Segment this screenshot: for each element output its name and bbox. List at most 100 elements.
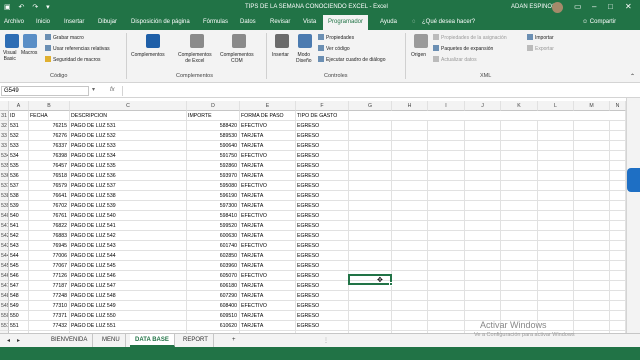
cell-tipo-gasto[interactable]: EGRESO: [296, 241, 349, 251]
empty-cell[interactable]: [610, 231, 626, 241]
empty-cell[interactable]: [501, 271, 538, 281]
empty-cell[interactable]: [349, 231, 392, 241]
cell-forma-pago[interactable]: TARJETA: [240, 321, 296, 331]
empty-cell[interactable]: [538, 181, 574, 191]
usar-referencias-button[interactable]: Usar referencias relativas: [45, 45, 110, 52]
empty-cell[interactable]: [428, 291, 465, 301]
header-descripcion[interactable]: DESCRIPCION: [70, 111, 187, 121]
empty-cell[interactable]: [574, 151, 610, 161]
column-header-l[interactable]: L: [538, 101, 574, 111]
cell-tipo-gasto[interactable]: EGRESO: [296, 291, 349, 301]
empty-cell[interactable]: [349, 241, 392, 251]
cell-id[interactable]: 546: [9, 271, 29, 281]
cell-id[interactable]: 531: [9, 121, 29, 131]
paquetes-expansion-button[interactable]: Paquetes de expansión: [433, 45, 493, 52]
cell-descripcion[interactable]: PAGO DE LUZ 544: [70, 251, 187, 261]
cell-tipo-gasto[interactable]: EGRESO: [296, 271, 349, 281]
xml-source-icon[interactable]: [414, 34, 428, 48]
tell-me-search[interactable]: ¿Qué desea hacer?: [422, 19, 475, 25]
empty-cell[interactable]: [538, 151, 574, 161]
empty-cell[interactable]: [465, 281, 501, 291]
cell-importe[interactable]: 606180: [187, 281, 240, 291]
empty-cell[interactable]: [610, 131, 626, 141]
tab-disposicion[interactable]: Disposición de página: [131, 19, 190, 25]
empty-cell[interactable]: [392, 221, 428, 231]
empty-cell[interactable]: [428, 121, 465, 131]
cell-fecha[interactable]: 76761: [29, 211, 70, 221]
empty-cell[interactable]: [501, 191, 538, 201]
empty-cell[interactable]: [538, 281, 574, 291]
macros-button[interactable]: Macros: [21, 50, 37, 56]
cell-forma-pago[interactable]: TARJETA: [240, 141, 296, 151]
cell-tipo-gasto[interactable]: EGRESO: [296, 281, 349, 291]
empty-cell[interactable]: [501, 131, 538, 141]
empty-cell[interactable]: [574, 281, 610, 291]
empty-cell[interactable]: [465, 121, 501, 131]
tab-vista[interactable]: Vista: [303, 19, 316, 25]
cell-tipo-gasto[interactable]: EGRESO: [296, 301, 349, 311]
fill-handle[interactable]: [389, 282, 393, 286]
empty-cell[interactable]: [574, 301, 610, 311]
empty-cell[interactable]: [428, 171, 465, 181]
cell-id[interactable]: 547: [9, 281, 29, 291]
empty-cell[interactable]: [349, 131, 392, 141]
cell-fecha[interactable]: 77248: [29, 291, 70, 301]
row-header[interactable]: 32: [0, 121, 9, 131]
empty-cell[interactable]: [465, 241, 501, 251]
empty-cell[interactable]: [501, 211, 538, 221]
tab-revisar[interactable]: Revisar: [270, 19, 290, 25]
empty-cell[interactable]: [428, 231, 465, 241]
empty-cell[interactable]: [538, 231, 574, 241]
empty-cell[interactable]: [538, 201, 574, 211]
empty-cell[interactable]: [610, 201, 626, 211]
empty-cell[interactable]: [349, 161, 392, 171]
cell-descripcion[interactable]: PAGO DE LUZ 532: [70, 131, 187, 141]
empty-cell[interactable]: [428, 281, 465, 291]
complementos-com-button[interactable]: Complementos COM: [220, 52, 254, 64]
cell-tipo-gasto[interactable]: EGRESO: [296, 151, 349, 161]
propiedades-button[interactable]: Propiedades: [318, 34, 354, 41]
empty-cell[interactable]: [465, 151, 501, 161]
cell-importe[interactable]: 597300: [187, 201, 240, 211]
cell-forma-pago[interactable]: EFECTIVO: [240, 121, 296, 131]
column-header-k[interactable]: K: [501, 101, 538, 111]
cell-tipo-gasto[interactable]: EGRESO: [296, 221, 349, 231]
empty-cell[interactable]: [392, 251, 428, 261]
add-sheet-button[interactable]: +: [227, 334, 241, 347]
cell-fecha[interactable]: 76337: [29, 141, 70, 151]
empty-cell[interactable]: [501, 201, 538, 211]
cell-tipo-gasto[interactable]: EGRESO: [296, 131, 349, 141]
cell-id[interactable]: 545: [9, 261, 29, 271]
cell-forma-pago[interactable]: TARJETA: [240, 201, 296, 211]
empty-cell[interactable]: [465, 231, 501, 241]
design-mode-icon[interactable]: [298, 34, 312, 48]
actualizar-datos-button[interactable]: Actualizar datos: [433, 56, 477, 63]
column-header-m[interactable]: M: [574, 101, 610, 111]
sheet-tab-bienvenida[interactable]: BIENVENIDA: [46, 334, 94, 347]
empty-cell[interactable]: [574, 191, 610, 201]
cell-importe[interactable]: 608400: [187, 301, 240, 311]
empty-cell[interactable]: [349, 311, 392, 321]
empty-cell[interactable]: [538, 261, 574, 271]
cell-forma-pago[interactable]: TARJETA: [240, 261, 296, 271]
cell-id[interactable]: 549: [9, 301, 29, 311]
empty-cell[interactable]: [428, 311, 465, 321]
cell-tipo-gasto[interactable]: EGRESO: [296, 211, 349, 221]
empty-cell[interactable]: [538, 211, 574, 221]
cell-descripcion[interactable]: PAGO DE LUZ 541: [70, 221, 187, 231]
share-button[interactable]: ☺ Compartir: [582, 19, 616, 25]
cell-tipo-gasto[interactable]: EGRESO: [296, 311, 349, 321]
tab-formulas[interactable]: Fórmulas: [203, 19, 228, 25]
empty-cell[interactable]: [392, 151, 428, 161]
empty-cell[interactable]: [465, 161, 501, 171]
sheet-tab-data-base[interactable]: DATA BASE: [130, 334, 175, 347]
empty-cell[interactable]: [392, 121, 428, 131]
cell-descripcion[interactable]: PAGO DE LUZ 546: [70, 271, 187, 281]
row-header[interactable]: 33: [0, 131, 9, 141]
empty-cell[interactable]: [538, 251, 574, 261]
cell-importe[interactable]: 588420: [187, 121, 240, 131]
empty-cell[interactable]: [610, 151, 626, 161]
empty-cell[interactable]: [428, 191, 465, 201]
empty-cell[interactable]: [465, 141, 501, 151]
empty-cell[interactable]: [574, 311, 610, 321]
